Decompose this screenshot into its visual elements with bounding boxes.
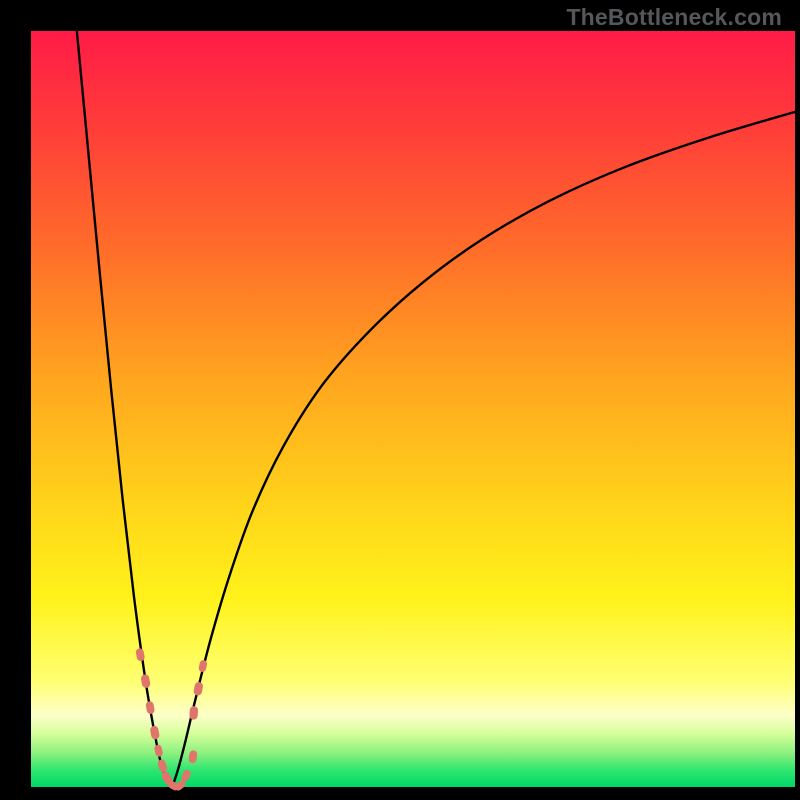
chart-frame: TheBottleneck.com xyxy=(0,0,800,800)
bottleneck-chart xyxy=(0,0,800,800)
watermark-text: TheBottleneck.com xyxy=(566,4,782,31)
